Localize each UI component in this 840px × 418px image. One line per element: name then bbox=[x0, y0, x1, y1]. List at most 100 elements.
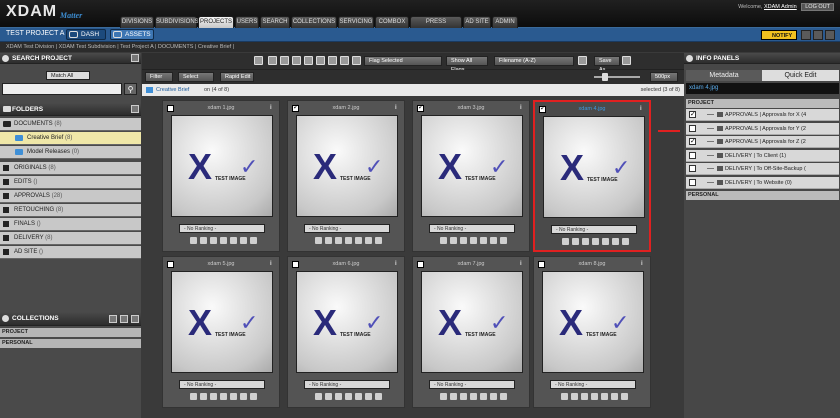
asset-card[interactable]: ✓ xdam 3.jpg i X ✓ TEST IMAGE - No Ranking - bbox=[412, 100, 530, 252]
sort-select[interactable]: Filename (A-Z) bbox=[494, 56, 574, 66]
ranking-select[interactable]: - No Ranking - bbox=[304, 380, 390, 389]
asset-thumbnail[interactable]: X ✓ TEST IMAGE bbox=[296, 271, 398, 373]
ranking-select[interactable]: - No Ranking - bbox=[429, 380, 515, 389]
user-link[interactable]: XDAM Admin bbox=[764, 4, 797, 10]
tab-servicing[interactable]: SERVICING bbox=[338, 16, 374, 28]
edit-icon[interactable] bbox=[344, 237, 352, 244]
tab-metadata[interactable]: Metadata bbox=[686, 70, 762, 81]
asset-card[interactable]: xdam 6.jpg i X ✓ TEST IMAGE - No Ranking - bbox=[287, 256, 405, 408]
flag-icon[interactable] bbox=[600, 393, 608, 400]
tab-subdivisions[interactable]: SUBDIVISIONS bbox=[155, 16, 199, 28]
tab-users[interactable]: USERS bbox=[235, 16, 259, 28]
quick-edit-row[interactable]: DELIVERY | To Website (0) bbox=[686, 176, 839, 189]
folder-model-releases[interactable]: Model Releases (0) bbox=[0, 146, 141, 159]
quick-edit-row[interactable]: ✓ APPROVALS | Approvals for X (4 bbox=[686, 109, 839, 121]
row-checkbox[interactable] bbox=[689, 151, 696, 159]
tab-quick-edit[interactable]: Quick Edit bbox=[762, 70, 839, 81]
link-icon[interactable] bbox=[580, 393, 588, 400]
ranking-select[interactable]: - No Ranking - bbox=[551, 225, 637, 234]
download-icon[interactable] bbox=[292, 56, 301, 65]
link-icon[interactable] bbox=[209, 393, 217, 400]
grid-icon[interactable] bbox=[571, 238, 579, 245]
grid-icon[interactable] bbox=[199, 393, 207, 400]
select-button[interactable]: Select bbox=[178, 72, 214, 82]
edit-icon[interactable] bbox=[219, 393, 227, 400]
edit-icon[interactable] bbox=[590, 393, 598, 400]
asset-thumbnail[interactable]: X ✓ TEST IMAGE bbox=[171, 115, 273, 217]
zoom-select[interactable]: 500px bbox=[650, 72, 678, 82]
folder-retouching[interactable]: RETOUCHING (8) bbox=[0, 204, 141, 217]
link-icon[interactable] bbox=[459, 237, 467, 244]
delete-icon[interactable] bbox=[374, 237, 382, 244]
search-input[interactable] bbox=[2, 83, 122, 95]
lock-icon[interactable] bbox=[489, 237, 497, 244]
ranking-select[interactable]: - No Ranking - bbox=[550, 380, 636, 389]
notify-button[interactable]: NOTIFY bbox=[761, 30, 797, 40]
lock-icon[interactable] bbox=[489, 393, 497, 400]
lock-icon[interactable] bbox=[239, 237, 247, 244]
info-icon[interactable]: i bbox=[520, 261, 525, 267]
download-icon[interactable] bbox=[189, 393, 197, 400]
info-icon[interactable]: i bbox=[395, 261, 400, 267]
folder-delivery[interactable]: DELIVERY (8) bbox=[0, 232, 141, 245]
current-folder[interactable]: Creative Brief bbox=[156, 84, 189, 96]
zoom-slider-handle[interactable] bbox=[602, 73, 608, 81]
settings-icon[interactable] bbox=[120, 315, 128, 323]
ranking-select[interactable]: - No Ranking - bbox=[179, 224, 265, 233]
tab-collections[interactable]: COLLECTIONS bbox=[291, 16, 337, 28]
search-button[interactable]: ⚲ bbox=[124, 83, 137, 95]
download-icon[interactable] bbox=[314, 237, 322, 244]
folder-documents[interactable]: DOCUMENTS (8) bbox=[0, 118, 141, 131]
delete-icon[interactable] bbox=[249, 393, 257, 400]
save-icon[interactable] bbox=[622, 56, 631, 65]
tab-combox[interactable]: COMBOX bbox=[375, 16, 409, 28]
lock-icon[interactable] bbox=[611, 238, 619, 245]
info-icon[interactable]: i bbox=[520, 105, 525, 111]
download-icon[interactable] bbox=[561, 238, 569, 245]
tab-divisions[interactable]: DIVISIONS bbox=[120, 16, 154, 28]
flag-icon[interactable] bbox=[229, 393, 237, 400]
download-icon[interactable] bbox=[560, 393, 568, 400]
quick-edit-row[interactable]: DELIVERY | To Client (1) bbox=[686, 149, 839, 162]
asset-thumbnail[interactable]: X ✓ TEST IMAGE bbox=[543, 116, 645, 218]
info-icon[interactable]: i bbox=[270, 105, 275, 111]
expand-arrow-icon[interactable] bbox=[658, 130, 680, 132]
delete-icon[interactable] bbox=[374, 393, 382, 400]
layout-icon-1[interactable] bbox=[801, 30, 811, 40]
asset-thumbnail[interactable]: X ✓ TEST IMAGE bbox=[296, 115, 398, 217]
edit-icon[interactable] bbox=[219, 237, 227, 244]
folder-edits[interactable]: EDITS () bbox=[0, 176, 141, 189]
menu-icon[interactable] bbox=[131, 54, 139, 62]
grid-icon[interactable] bbox=[449, 393, 457, 400]
link-icon[interactable] bbox=[209, 237, 217, 244]
asset-card[interactable]: ✓ xdam 2.jpg i X ✓ TEST IMAGE - No Ranking - bbox=[287, 100, 405, 252]
lock-icon[interactable] bbox=[364, 393, 372, 400]
delete-icon[interactable] bbox=[249, 237, 257, 244]
link-icon[interactable] bbox=[352, 56, 361, 65]
link-icon[interactable] bbox=[334, 393, 342, 400]
flag-icon[interactable] bbox=[479, 237, 487, 244]
asset-card[interactable]: ✓ xdam 4.jpg i X ✓ TEST IMAGE - No Ranking - bbox=[533, 100, 651, 252]
flag-icon[interactable] bbox=[229, 237, 237, 244]
folder-finals[interactable]: FINALS () bbox=[0, 218, 141, 231]
edit-icon[interactable] bbox=[344, 393, 352, 400]
ranking-select[interactable]: - No Ranking - bbox=[429, 224, 515, 233]
add-folder-icon[interactable] bbox=[131, 105, 139, 113]
grid-icon[interactable] bbox=[324, 393, 332, 400]
list-view-icon[interactable] bbox=[268, 56, 277, 65]
rotate-right-icon[interactable] bbox=[328, 56, 337, 65]
edit-icon[interactable] bbox=[469, 237, 477, 244]
folder-creative-brief[interactable]: Creative Brief (8) bbox=[0, 132, 141, 145]
asset-card[interactable]: xdam 7.jpg i X ✓ TEST IMAGE - No Ranking - bbox=[412, 256, 530, 408]
download-icon[interactable] bbox=[439, 393, 447, 400]
tab-admin[interactable]: ADMIN bbox=[492, 16, 518, 28]
info-icon[interactable]: i bbox=[641, 261, 646, 267]
tab-search[interactable]: SEARCH bbox=[260, 16, 290, 28]
asset-card[interactable]: xdam 5.jpg i X ✓ TEST IMAGE - No Ranking - bbox=[162, 256, 280, 408]
info-icon[interactable]: i bbox=[395, 105, 400, 111]
asset-thumbnail[interactable]: X ✓ TEST IMAGE bbox=[421, 271, 523, 373]
grid-icon[interactable] bbox=[570, 393, 578, 400]
flag-select[interactable]: Flag Selected bbox=[364, 56, 442, 66]
asset-thumbnail[interactable]: X ✓ TEST IMAGE bbox=[421, 115, 523, 217]
layout-icon-2[interactable] bbox=[813, 30, 823, 40]
